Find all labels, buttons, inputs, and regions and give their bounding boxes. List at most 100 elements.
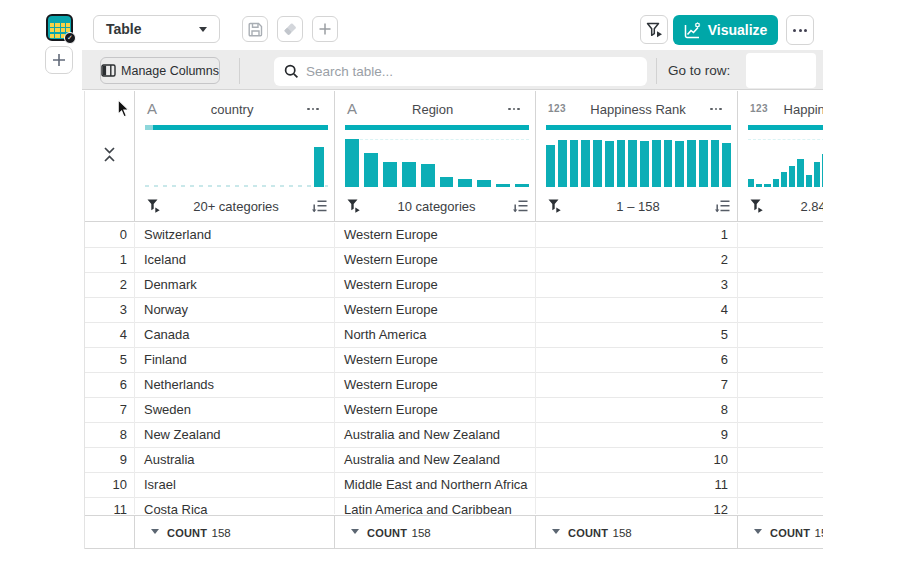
goto-row-input[interactable] — [746, 53, 816, 88]
cell[interactable]: Australia and New Zealand — [334, 448, 535, 472]
histogram-bar — [699, 140, 708, 187]
collapse-rows-icon[interactable] — [102, 146, 117, 163]
cell[interactable]: Switzerland — [134, 223, 334, 247]
cell[interactable]: Middle East and Northern Africa — [334, 473, 535, 497]
row-index[interactable]: 5 — [85, 348, 134, 372]
histogram-max-line — [345, 139, 529, 140]
aggregate-caret-icon[interactable] — [151, 529, 159, 534]
column-menu-icon[interactable] — [307, 108, 319, 111]
column-histogram[interactable] — [546, 136, 731, 187]
cell[interactable]: Latin America and Caribbean — [334, 498, 535, 514]
row-index[interactable]: 2 — [85, 273, 134, 297]
row-index[interactable]: 8 — [85, 423, 134, 447]
cell[interactable]: Finland — [134, 348, 334, 372]
cell[interactable]: Western Europe — [334, 273, 535, 297]
histogram-bar — [687, 140, 696, 187]
save-button[interactable] — [242, 16, 268, 42]
column-filter-icon[interactable] — [750, 199, 763, 213]
row-index[interactable]: 0 — [85, 223, 134, 247]
row-index[interactable]: 3 — [85, 298, 134, 322]
aggregate-caret-icon[interactable] — [351, 529, 359, 534]
cell[interactable]: New Zealand — [134, 423, 334, 447]
cell[interactable]: Western Europe — [334, 398, 535, 422]
column-header-region[interactable]: ARegion10 categories — [334, 91, 535, 221]
cell[interactable]: Canada — [134, 323, 334, 347]
aggregate-caret-icon[interactable] — [552, 529, 560, 534]
body-column-separator — [737, 223, 738, 514]
footer-column-separator — [334, 515, 335, 549]
cell[interactable]: Netherlands — [134, 373, 334, 397]
filter-run-button[interactable] — [640, 15, 668, 44]
cell[interactable]: 4 — [535, 298, 737, 322]
add-table-button[interactable] — [45, 46, 73, 74]
cell[interactable]: Western Europe — [334, 248, 535, 272]
cell[interactable]: North America — [334, 323, 535, 347]
column-header-happiness-score[interactable]: 123Happiness Score2.84 – 7.59 — [737, 91, 823, 221]
row-index[interactable]: 11 — [85, 498, 134, 514]
cell[interactable]: 12 — [535, 498, 737, 514]
cell[interactable]: 9 — [535, 423, 737, 447]
cell[interactable]: Australia — [134, 448, 334, 472]
row-index[interactable]: 10 — [85, 473, 134, 497]
cell[interactable]: 11 — [535, 473, 737, 497]
column-menu-icon[interactable] — [508, 108, 520, 111]
row-index[interactable]: 4 — [85, 323, 134, 347]
cell[interactable]: Western Europe — [334, 348, 535, 372]
column-sort-icon[interactable] — [715, 199, 730, 213]
workbook-icon[interactable]: ✓ — [46, 14, 73, 41]
cell[interactable]: Israel — [134, 473, 334, 497]
chevron-down-icon — [199, 27, 207, 32]
cell[interactable]: Costa Rica — [134, 498, 334, 514]
column-filter-icon[interactable] — [147, 199, 160, 213]
cell[interactable]: Norway — [134, 298, 334, 322]
table-name-select[interactable]: Table — [93, 15, 220, 43]
more-options-button[interactable] — [786, 15, 814, 45]
cell[interactable]: Western Europe — [334, 298, 535, 322]
search-input[interactable]: Search table... — [274, 57, 647, 86]
row-index[interactable]: 9 — [85, 448, 134, 472]
cell[interactable]: 2 — [535, 248, 737, 272]
plus-icon — [52, 53, 66, 67]
columns-icon — [101, 64, 116, 77]
column-summary: 1 – 158 — [561, 199, 715, 214]
row-index[interactable]: 7 — [85, 398, 134, 422]
cell[interactable]: Denmark — [134, 273, 334, 297]
column-filter-icon[interactable] — [548, 199, 561, 213]
cell[interactable]: Australia and New Zealand — [334, 423, 535, 447]
clear-button[interactable] — [277, 16, 303, 42]
cell[interactable]: Western Europe — [334, 223, 535, 247]
column-header-happiness-rank[interactable]: 123Happiness Rank1 – 158 — [535, 91, 737, 221]
histogram-bar — [546, 145, 555, 187]
column-menu-icon[interactable] — [710, 108, 722, 111]
footer-aggregate-1[interactable]: COUNT 158 — [134, 516, 334, 547]
row-index[interactable]: 6 — [85, 373, 134, 397]
column-histogram[interactable] — [145, 136, 328, 187]
cell[interactable]: 5 — [535, 323, 737, 347]
add-button[interactable] — [312, 16, 338, 42]
column-sort-icon[interactable] — [312, 199, 327, 213]
column-sort-icon[interactable] — [513, 199, 528, 213]
cell[interactable]: 8 — [535, 398, 737, 422]
column-summary: 2.84 – 7.59 — [763, 199, 823, 214]
footer-aggregate-4[interactable]: COUNT 158 — [737, 516, 823, 547]
cell[interactable]: Iceland — [134, 248, 334, 272]
cell[interactable]: 7 — [535, 373, 737, 397]
column-histogram[interactable] — [748, 136, 823, 187]
cell[interactable]: 6 — [535, 348, 737, 372]
cell[interactable]: Western Europe — [334, 373, 535, 397]
row-index[interactable]: 1 — [85, 248, 134, 272]
column-histogram[interactable] — [345, 136, 529, 187]
cell[interactable]: 1 — [535, 223, 737, 247]
footer-aggregate-3[interactable]: COUNT 158 — [535, 516, 737, 547]
aggregate-caret-icon[interactable] — [754, 529, 762, 534]
manage-columns-button[interactable]: Manage Columns — [100, 57, 220, 84]
cell[interactable]: 3 — [535, 273, 737, 297]
cell[interactable]: 10 — [535, 448, 737, 472]
footer-aggregate-2[interactable]: COUNT 158 — [334, 516, 535, 547]
aggregate-value: 158 — [613, 527, 632, 539]
column-filter-icon[interactable] — [347, 199, 360, 213]
visualize-button[interactable]: Visualize — [673, 15, 778, 45]
column-header-country[interactable]: Acountry20+ categories — [134, 91, 334, 221]
body-column-separator — [535, 223, 536, 514]
cell[interactable]: Sweden — [134, 398, 334, 422]
